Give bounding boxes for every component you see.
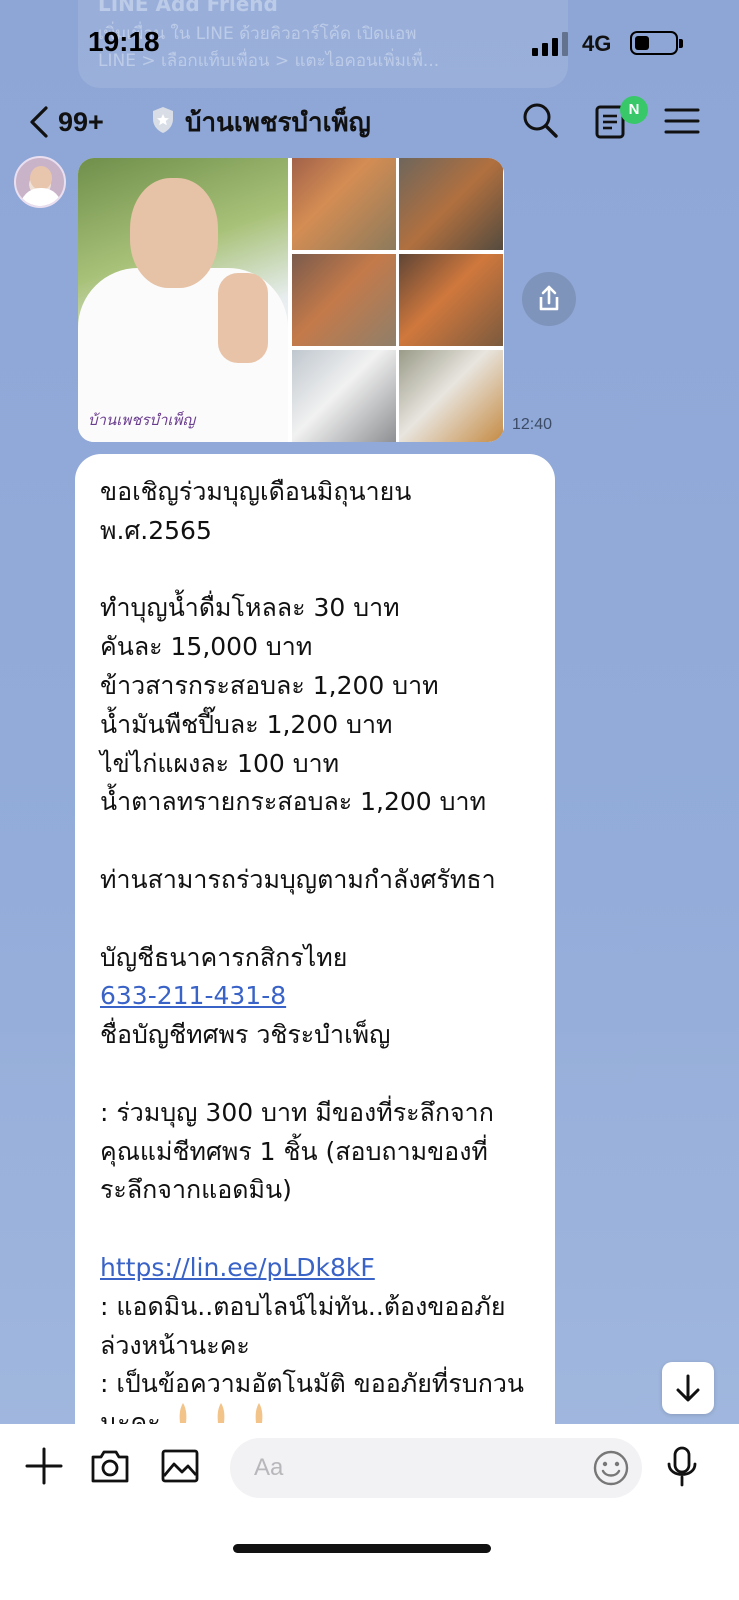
message-line: คุณแม่ชีทศพร 1 ชิ้น (สอบถามของที่	[100, 1136, 488, 1166]
banner-line-1: เพิ่มเพื่อน ใน LINE ด้วยคิวอาร์โค้ด เปิด…	[98, 24, 417, 44]
chevron-left-icon	[30, 106, 48, 138]
battery-icon	[630, 31, 683, 55]
photo-thumbnail	[292, 350, 396, 442]
official-account-shield-icon	[153, 107, 173, 133]
photo-portrait: บ้านเพชรบำเพ็ญ	[78, 158, 288, 442]
message-line: บัญชีธนาคารกสิกรไทย	[100, 942, 348, 972]
message-line: ระลึกจากแอดมิน)	[100, 1175, 292, 1205]
signal-icon	[532, 32, 570, 56]
account-number-link[interactable]: 633-211-431-8	[100, 976, 286, 1015]
message-line: ไข่ไก่แผงละ 100 บาท	[100, 748, 340, 778]
photo-thumbnail	[292, 158, 396, 250]
message-line: : เป็นข้อความอัตโนมัติ ขออภัยที่รบกวน	[100, 1369, 524, 1399]
home-indicator	[233, 1544, 491, 1553]
message-line: คันละ 15,000 บาท	[100, 632, 313, 662]
message-line: ทำบุญน้ำดื่มโหลละ 30 บาท	[100, 593, 400, 623]
message-line: ชื่อบัญชีทศพร วชิระบำเพ็ญ	[100, 1020, 391, 1050]
message-line: ข้าวสารกระสอบละ 1,200 บาท	[100, 671, 439, 700]
message-line: : ร่วมบุญ 300 บาท มีของที่ระลึกจาก	[100, 1097, 494, 1127]
message-line: ท่านสามารถร่วมบุญตามกำลังศรัทธา	[100, 865, 496, 894]
photo-thumbnail	[399, 350, 503, 442]
status-time: 19:18	[88, 26, 160, 57]
smiley-icon[interactable]	[592, 1449, 630, 1487]
arrow-down-icon	[676, 1374, 700, 1402]
photo-thumbnail	[399, 254, 503, 346]
image-icon[interactable]	[158, 1444, 202, 1488]
photo-thumbnail	[292, 254, 396, 346]
notes-new-badge: N	[620, 96, 648, 124]
banner-line-2: LINE > เลือกแท็บเพื่อน > แตะไอคอนเพิ่มเพ…	[98, 51, 440, 71]
message-line: พ.ศ.2565	[100, 515, 212, 545]
message-link[interactable]: https://lin.ee/pLDk8kF	[100, 1248, 375, 1287]
search-icon[interactable]	[518, 98, 562, 142]
menu-icon[interactable]	[660, 98, 704, 142]
microphone-icon[interactable]	[660, 1444, 704, 1488]
message-line: น้ำตาลทรายกระสอบละ 1,200 บาท	[100, 787, 487, 817]
unread-count: 99+	[58, 106, 104, 137]
share-button[interactable]	[522, 272, 576, 326]
message-line: น้ำมันพืชปี๊บละ 1,200 บาท	[100, 709, 393, 739]
message-input[interactable]	[230, 1438, 642, 1498]
scroll-to-bottom-button[interactable]	[662, 1362, 714, 1414]
message-timestamp: 12:40	[512, 416, 553, 433]
share-icon	[539, 285, 559, 311]
sender-avatar[interactable]	[14, 156, 66, 208]
message-line: : แอดมิน..ตอบไลน์ไม่ทัน..ต้องขออภัย	[100, 1291, 506, 1321]
photo-caption: บ้านเพชรบำเพ็ญ	[88, 411, 196, 429]
plus-icon[interactable]	[22, 1444, 66, 1488]
image-message[interactable]: บ้านเพชรบำเพ็ญ	[78, 158, 504, 442]
status-bar: LINE Add Friend เพิ่มเพื่อน ใน LINE ด้วย…	[0, 0, 739, 88]
network-type: 4G	[582, 31, 612, 56]
photo-thumbnail	[399, 158, 503, 250]
message-line: ล่วงหน้านะคะ	[100, 1330, 250, 1360]
back-button[interactable]: 99+	[28, 100, 104, 144]
message-line: ขอเชิญร่วมบุญเดือนมิถุนายน	[100, 477, 412, 506]
banner-title: LINE Add Friend	[98, 0, 278, 16]
chat-title: บ้านเพชรบำเพ็ญ	[185, 108, 371, 138]
camera-icon[interactable]	[88, 1444, 132, 1488]
